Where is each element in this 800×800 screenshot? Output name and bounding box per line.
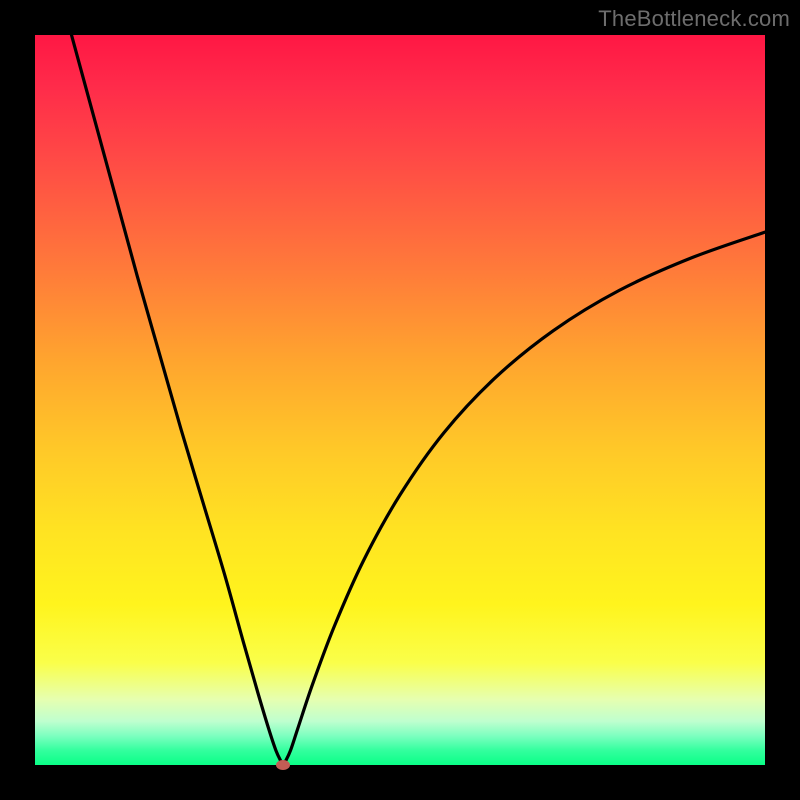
chart-frame: TheBottleneck.com [0,0,800,800]
bottleneck-curve [35,35,765,765]
plot-area [35,35,765,765]
optimal-point-marker [276,760,290,770]
attribution-text: TheBottleneck.com [598,6,790,32]
